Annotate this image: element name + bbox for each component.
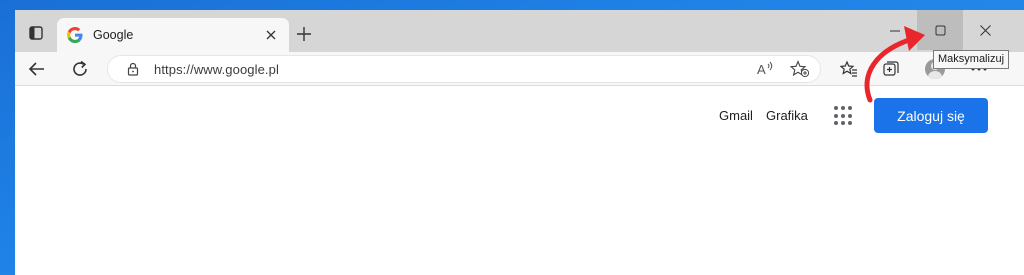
close-icon [979,24,991,36]
svg-text:A: A [757,62,766,77]
close-icon [266,30,276,40]
tab-google[interactable]: Google [57,18,289,52]
read-aloud-button[interactable]: A [756,60,778,80]
minimize-icon [889,30,900,31]
collections-icon [883,61,899,76]
maximize-tooltip: Maksymalizuj [933,50,1010,69]
favorites-icon [840,60,857,77]
address-bar[interactable]: https://www.google.pl A [107,55,821,83]
google-homepage: Gmail Grafika Zaloguj się [15,87,1024,275]
url-text[interactable]: https://www.google.pl [154,62,279,77]
back-button[interactable] [23,55,51,83]
maximize-button[interactable] [917,10,963,50]
reload-icon [73,60,87,76]
maximize-icon [935,25,945,35]
collections-button[interactable] [877,55,905,83]
tab-actions-icon [29,26,43,40]
reload-button[interactable] [66,55,94,83]
minimize-button[interactable] [872,10,918,50]
add-favorite-button[interactable] [789,60,812,80]
images-link[interactable]: Grafika [766,108,808,123]
favorites-button[interactable] [835,55,863,83]
toolbar: https://www.google.pl A [15,52,1024,86]
close-window-button[interactable] [962,10,1008,50]
tab-title: Google [93,28,134,42]
lock-icon[interactable] [126,62,140,76]
read-aloud-icon: A [757,61,773,77]
signin-button[interactable]: Zaloguj się [874,98,988,133]
tab-strip: Google [15,10,1024,52]
new-tab-button[interactable] [293,23,315,45]
star-plus-icon [789,60,810,78]
apps-grid-icon[interactable] [834,106,854,126]
tab-actions-button[interactable] [21,20,51,46]
plus-icon [297,27,311,41]
gmail-link[interactable]: Gmail [719,108,753,123]
tab-close-button[interactable] [259,23,283,47]
browser-window: Google Maksymalizuj https://www.google.p… [15,10,1024,275]
google-g-icon [67,27,83,43]
back-arrow-icon [28,62,44,76]
